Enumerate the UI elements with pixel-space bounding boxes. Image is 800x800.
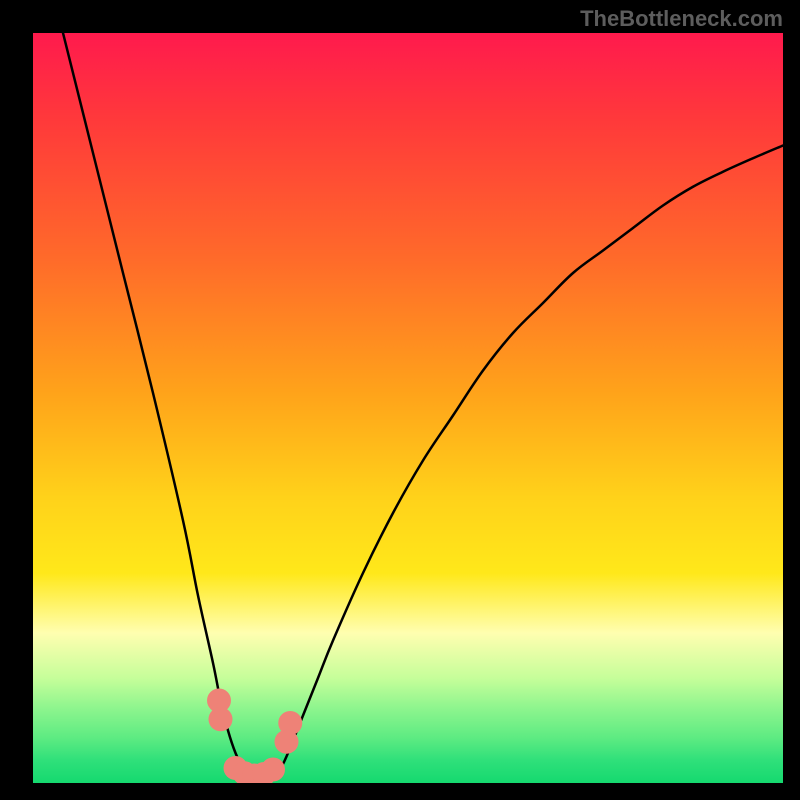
marker-left-upper-pair (209, 707, 233, 731)
plot-area (33, 33, 783, 783)
watermark-text: TheBottleneck.com (580, 6, 783, 32)
marker-right-upper-pair (275, 730, 299, 754)
bottleneck-curve (63, 33, 783, 780)
chart-svg (33, 33, 783, 783)
chart-frame: TheBottleneck.com (0, 0, 800, 800)
marker-valley-dot (261, 758, 285, 782)
